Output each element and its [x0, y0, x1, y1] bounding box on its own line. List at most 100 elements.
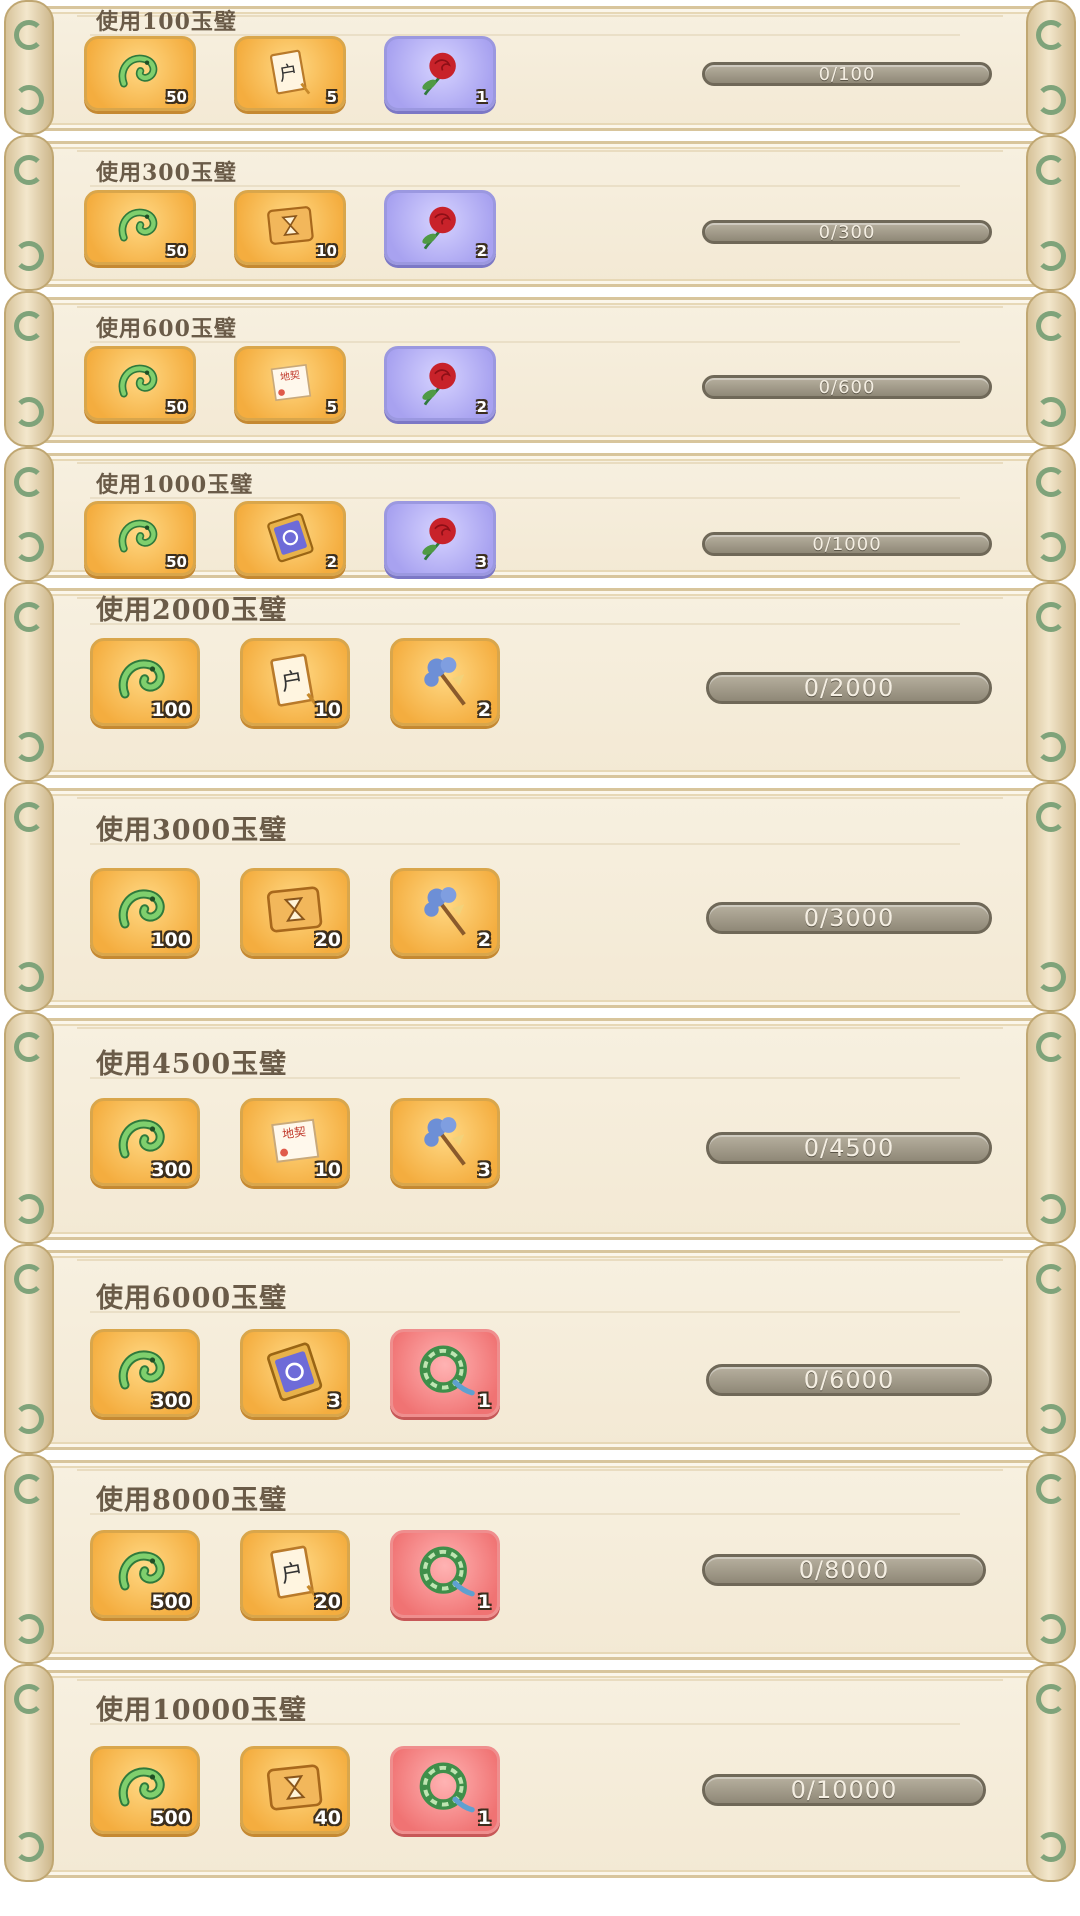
reward-item-slot[interactable]: 50	[84, 501, 196, 576]
title-divider	[90, 341, 960, 343]
scroll-roller-right	[1026, 447, 1076, 582]
reward-item-slot[interactable]: 户5	[234, 36, 346, 111]
reward-item-slot[interactable]: 2	[390, 638, 500, 726]
progress-bar: 0/10000	[702, 1774, 986, 1806]
reward-item-slot[interactable]: 1	[390, 1329, 500, 1417]
progress-bar: 0/2000	[706, 672, 992, 704]
swirl-ornament-icon	[14, 20, 44, 50]
reward-item-slot[interactable]: 3	[384, 501, 496, 576]
swirl-ornament-icon	[14, 1614, 44, 1644]
reward-tier-card: 使用300玉璧 50 10 2 0/300	[0, 135, 1080, 291]
item-quantity: 300	[151, 1390, 191, 1412]
progress-text: 0/8000	[798, 1556, 890, 1584]
swirl-ornament-icon	[14, 802, 44, 832]
reward-item-slot[interactable]: 100	[90, 868, 200, 956]
scroll-roller-left	[4, 1244, 54, 1454]
item-quantity: 1	[477, 1390, 491, 1412]
reward-item-slot[interactable]: 3	[390, 1098, 500, 1186]
reward-item-slot[interactable]: 40	[240, 1746, 350, 1834]
reward-item-slot[interactable]: 300	[90, 1098, 200, 1186]
tier-title: 使用1000玉璧	[96, 472, 254, 498]
reward-item-slot[interactable]: 300	[90, 1329, 200, 1417]
swirl-ornament-icon	[14, 311, 44, 341]
swirl-ornament-icon	[1036, 602, 1066, 632]
reward-item-slot[interactable]: 100	[90, 638, 200, 726]
reward-item-slot[interactable]: 50	[84, 190, 196, 265]
scroll-roller-right	[1026, 291, 1076, 447]
progress-text: 0/6000	[803, 1366, 895, 1394]
scroll-roller-left	[4, 1664, 54, 1882]
item-quantity: 20	[314, 1591, 341, 1613]
reward-item-slot[interactable]: 50	[84, 346, 196, 421]
item-quantity: 300	[151, 1159, 191, 1181]
swirl-ornament-icon	[1036, 1684, 1066, 1714]
svg-text:户: 户	[277, 60, 299, 85]
reward-tier-card: 使用4500玉璧 300 地契 10 3 0/4500	[0, 1012, 1080, 1244]
scroll-roller-right	[1026, 582, 1076, 782]
reward-item-slot[interactable]: 户 20	[240, 1530, 350, 1618]
tier-title: 使用10000玉璧	[96, 1695, 307, 1726]
swirl-ornament-icon	[14, 1404, 44, 1434]
swirl-ornament-icon	[1036, 962, 1066, 992]
item-quantity: 1	[476, 88, 487, 106]
swirl-ornament-icon	[1036, 1832, 1066, 1862]
progress-bar: 0/8000	[702, 1554, 986, 1586]
progress-text: 0/3000	[803, 904, 895, 932]
progress-text: 0/4500	[803, 1134, 895, 1162]
tier-title: 使用3000玉璧	[96, 815, 288, 846]
reward-tier-card: 使用10000玉璧 500 40 1 0/10000	[0, 1664, 1080, 1882]
tier-title: 使用4500玉璧	[96, 1049, 288, 1080]
progress-bar: 0/4500	[706, 1132, 992, 1164]
swirl-ornament-icon	[1036, 802, 1066, 832]
item-quantity: 10	[316, 242, 337, 260]
scroll-roller-left	[4, 291, 54, 447]
item-quantity: 10	[314, 699, 341, 721]
reward-item-slot[interactable]: 2	[384, 346, 496, 421]
progress-text: 0/600	[818, 376, 876, 398]
swirl-ornament-icon	[1036, 20, 1066, 50]
reward-item-slot[interactable]: 500	[90, 1746, 200, 1834]
reward-tier-card: 使用1000玉璧 50 2 3 0/1000	[0, 447, 1080, 582]
scroll-roller-right	[1026, 1244, 1076, 1454]
swirl-ornament-icon	[1036, 1264, 1066, 1294]
reward-item-slot[interactable]: 500	[90, 1530, 200, 1618]
scroll-roller-left	[4, 135, 54, 291]
reward-item-slot[interactable]: 2	[390, 868, 500, 956]
swirl-ornament-icon	[14, 962, 44, 992]
item-quantity: 1	[477, 1807, 491, 1829]
reward-item-slot[interactable]: 3	[240, 1329, 350, 1417]
scroll-roller-right	[1026, 782, 1076, 1012]
reward-item-slot[interactable]: 地契 5	[234, 346, 346, 421]
reward-item-slot[interactable]: 2	[384, 190, 496, 265]
progress-text: 0/100	[818, 63, 876, 85]
reward-item-slot[interactable]: 户 10	[240, 638, 350, 726]
scroll-roller-left	[4, 447, 54, 582]
tier-title: 使用100玉璧	[96, 9, 237, 35]
swirl-ornament-icon	[1036, 1614, 1066, 1644]
item-quantity: 3	[477, 1159, 491, 1181]
reward-item-slot[interactable]: 地契 10	[240, 1098, 350, 1186]
swirl-ornament-icon	[14, 397, 44, 427]
title-divider	[90, 497, 960, 499]
item-quantity: 50	[166, 88, 187, 106]
reward-tier-card: 使用2000玉璧 100 户 10 2 0/2000	[0, 582, 1080, 782]
reward-item-slot[interactable]: 20	[240, 868, 350, 956]
reward-item-slot[interactable]: 10	[234, 190, 346, 265]
swirl-ornament-icon	[14, 1264, 44, 1294]
reward-item-slot[interactable]: 1	[390, 1746, 500, 1834]
item-quantity: 1	[477, 1591, 491, 1613]
item-quantity: 5	[326, 88, 337, 106]
reward-item-slot[interactable]: 50	[84, 36, 196, 111]
item-quantity: 3	[327, 1390, 341, 1412]
scroll-roller-right	[1026, 1012, 1076, 1244]
reward-item-slot[interactable]: 1	[390, 1530, 500, 1618]
reward-item-slot[interactable]: 1	[384, 36, 496, 111]
item-quantity: 50	[166, 553, 187, 571]
scroll-roller-right	[1026, 135, 1076, 291]
scroll-roller-left	[4, 1454, 54, 1664]
title-divider	[90, 1077, 960, 1079]
tier-title: 使用8000玉璧	[96, 1485, 288, 1516]
svg-text:户: 户	[279, 1558, 305, 1587]
reward-tier-card: 使用3000玉璧 100 20 2 0/3000	[0, 782, 1080, 1012]
reward-item-slot[interactable]: 2	[234, 501, 346, 576]
